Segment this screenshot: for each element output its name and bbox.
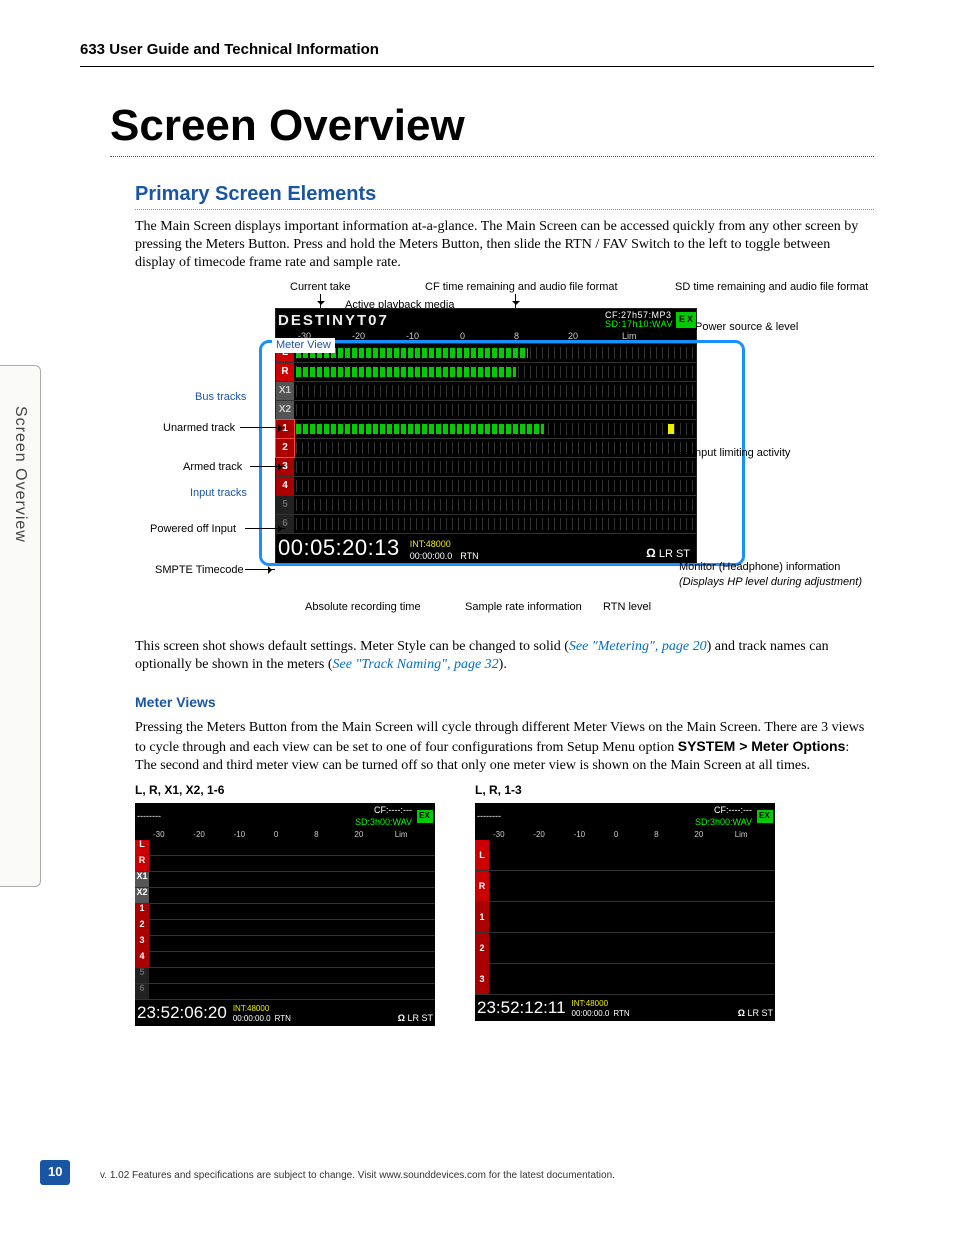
para-intro: The Main Screen displays important infor…	[135, 218, 874, 273]
take-name: DESTINYT07	[276, 311, 389, 331]
page-number: 10	[40, 1160, 70, 1185]
meter-scale: -30 -20 -10 0 8 20 Lim	[276, 331, 696, 343]
h1-title: Screen Overview	[110, 97, 874, 157]
page-header: 633 User Guide and Technical Information	[80, 40, 874, 67]
mv2-title: L, R, 1-3	[475, 783, 785, 799]
callout-monitor: Monitor (Headphone) information (Display…	[679, 560, 879, 589]
link-track-naming[interactable]: See "Track Naming", page 32	[333, 657, 499, 672]
side-tab-text: Screen Overview	[0, 366, 39, 583]
callout-bus-tracks: Bus tracks	[195, 390, 246, 404]
abs-time: 00:00:00.0	[410, 551, 453, 563]
main-diagram: Current take CF time remaining and audio…	[135, 280, 905, 630]
para-meter-views: Pressing the Meters Button from the Main…	[135, 719, 874, 776]
callout-limiting: Input limiting activity	[692, 446, 790, 460]
callout-sd-remaining: SD time remaining and audio file format	[675, 280, 868, 294]
sd-info: SD:17h10:WAV	[605, 319, 673, 329]
smpte-timecode: 00:05:20:13	[278, 534, 400, 563]
para-settings-note: This screen shot shows default settings.…	[135, 638, 874, 674]
mv1-title: L, R, X1, X2, 1-6	[135, 783, 445, 799]
side-tab: Screen Overview	[0, 365, 41, 887]
callout-sample-rate: Sample rate information	[465, 600, 582, 614]
callout-rtn: RTN level	[603, 600, 651, 614]
rtn-label: RTN	[460, 551, 478, 563]
meter-view-2: L, R, 1-3 -------- CF:----:--- SD:3h00:W…	[475, 783, 785, 1026]
device-main-screen: DESTINYT07 CF:27h57:MP3 SD:17h10:WAV -30…	[275, 308, 697, 565]
callout-input-tracks: Input tracks	[190, 486, 247, 500]
h3-meter-views: Meter Views	[135, 693, 874, 711]
power-icon	[676, 312, 696, 328]
callout-unarmed: Unarmed track	[163, 421, 235, 435]
power-icon	[417, 810, 433, 823]
sample-rate: INT:48000	[410, 539, 453, 551]
meter-rows: L R X1 X2 1 2 3 4 5 6	[276, 343, 696, 534]
callout-power: Power source & level	[695, 320, 798, 334]
footer-note: v. 1.02 Features and specifications are …	[100, 1169, 615, 1182]
callout-current-take: Current take	[290, 280, 351, 294]
callout-armed: Armed track	[183, 460, 242, 474]
power-icon	[757, 810, 773, 823]
meter-view-1: L, R, X1, X2, 1-6 -------- CF:----:--- S…	[135, 783, 445, 1026]
h2-primary: Primary Screen Elements	[135, 181, 874, 210]
callout-powered-off: Powered off Input	[150, 522, 236, 536]
callout-cf-remaining: CF time remaining and audio file format	[425, 280, 618, 294]
callout-abs-time: Absolute recording time	[305, 600, 421, 614]
link-metering[interactable]: See "Metering", page 20	[569, 639, 707, 654]
callout-smpte: SMPTE Timecode	[155, 563, 244, 577]
